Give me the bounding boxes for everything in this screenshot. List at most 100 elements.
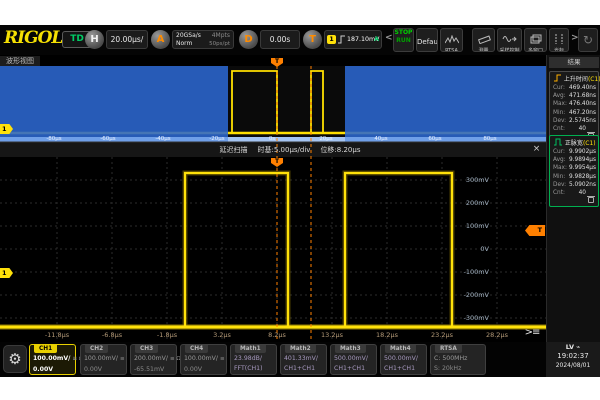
cursor-button[interactable]: 光标 <box>549 28 569 52</box>
trigger-knob[interactable]: T <box>303 30 322 49</box>
waveform-view[interactable]: 波形视图 T T 1 1 T -80μs -60μs -40μs -20μs 0… <box>0 55 546 342</box>
toolbar-back-chevron[interactable]: < <box>385 33 393 43</box>
delay-box[interactable]: 0.00s <box>260 30 300 49</box>
channel-card-ch1[interactable]: CH1 100.00mV/ ≡ Ω 0.00V <box>29 344 76 375</box>
overview-tick: 20μs <box>319 136 332 142</box>
grid-menu-icon[interactable]: >≡ <box>521 326 543 340</box>
overview-tick: 60μs <box>428 136 441 142</box>
channel-card-math1[interactable]: Math1 23.98dB/ FFT(CH1) <box>230 344 277 375</box>
overview-tick: -60μs <box>100 136 115 142</box>
trigger-sweep: A <box>374 36 379 43</box>
measurement-channel: (C1) <box>583 140 596 147</box>
channel-tab: Math2 <box>285 345 316 353</box>
measure-button[interactable]: 测量 <box>472 28 495 52</box>
lan-status: LV <box>566 343 574 351</box>
ruler-icon <box>477 34 491 44</box>
channel-tab: CH4 <box>185 345 208 353</box>
overview-tick: 0s <box>269 136 275 142</box>
channel-card-math4[interactable]: Math4 500.00mV/ CH1+CH1 <box>380 344 427 375</box>
waveform-record-icon <box>502 34 518 44</box>
channel-tab: Math3 <box>335 345 366 353</box>
overview-tick: -20μs <box>209 136 224 142</box>
waveform-view-tab[interactable]: 波形视图 <box>0 56 40 66</box>
measure-label: 测量 <box>473 48 494 52</box>
default-button[interactable]: Default <box>416 28 438 52</box>
refresh-button[interactable]: ↻ <box>578 28 598 52</box>
power-icon: ⌁ <box>576 343 580 351</box>
overview-tick: -40μs <box>155 136 170 142</box>
settings-gear-button[interactable]: ⚙ <box>3 345 27 373</box>
run-stop-button[interactable]: STOP RUN <box>393 28 414 52</box>
channel-tab: CH1 <box>34 345 57 353</box>
bottom-status-bar: ⚙ CH1 100.00mV/ ≡ Ω 0.00V CH2 100.00mV/ … <box>0 342 600 377</box>
y-tick: 0V <box>480 245 489 253</box>
record-control-button[interactable]: 采样控制 <box>497 28 522 52</box>
coupling-icons: ≡ Ω <box>170 356 181 362</box>
overview-tick: 80μs <box>483 136 496 142</box>
acquire-box[interactable]: 20GSa/s Norm 4Mpts 50ps/pt <box>172 30 234 49</box>
channel-card-ch2[interactable]: CH2 100.00mV/ ≡ 0.00V <box>80 344 127 375</box>
x-tick: -6.8μs <box>102 331 122 339</box>
channel-tab: Math1 <box>235 345 266 353</box>
y-tick: 300mV <box>466 176 489 184</box>
acquire-knob[interactable]: A <box>151 30 170 49</box>
memory-depth: 4Mpts <box>212 32 230 39</box>
trigger-source-badge: 1 <box>327 35 336 44</box>
gear-icon: ⚙ <box>8 350 21 368</box>
x-tick: 8.2μs <box>268 331 286 339</box>
top-toolbar: RIGOL TD H 20.00μs/ A 20GSa/s Norm 4Mpts… <box>0 25 600 55</box>
channel-tab: CH3 <box>135 345 158 353</box>
channel-card-ch4[interactable]: CH4 100.00mV/ ≡ 0.00V <box>180 344 227 375</box>
x-tick: 3.2μs <box>213 331 231 339</box>
channel-tab: Math4 <box>385 345 416 353</box>
acquisition-mode: Norm <box>176 40 192 47</box>
oscilloscope-screen: RIGOL TD H 20.00μs/ A 20GSa/s Norm 4Mpts… <box>0 25 600 377</box>
rtsa-label: RTSA <box>441 48 462 52</box>
timebase-box[interactable]: 20.00μs/ <box>106 30 148 49</box>
x-tick: -11.8μs <box>45 331 69 339</box>
multi-window-icon <box>530 34 542 44</box>
rising-edge-icon <box>338 34 346 45</box>
run-label: RUN <box>394 37 413 45</box>
rise-time-icon <box>553 74 562 82</box>
multi-window-button[interactable]: 多窗口 <box>524 28 547 52</box>
delay-knob[interactable]: D <box>239 30 258 49</box>
delete-measurement-icon[interactable] <box>588 197 594 203</box>
measurement-card-positive-width[interactable]: 正脉宽(C1) Cur:9.9902µs Avg:9.9894µs Max:9.… <box>549 135 599 207</box>
zoom-offset: 位移:8.20μs <box>320 144 360 157</box>
overview-tick: 40μs <box>374 136 387 142</box>
clock-panel: LV ⌁ 19:02:37 2024/08/01 <box>546 342 600 377</box>
default-label: Default <box>417 38 438 46</box>
rtsa-icon <box>445 35 459 44</box>
stop-label: STOP <box>394 29 413 37</box>
channel-tab: CH2 <box>85 345 108 353</box>
channel-card-ch3[interactable]: CH3 200.00mV/ ≡ Ω -65.51mV <box>130 344 177 375</box>
horizontal-knob[interactable]: H <box>85 30 104 49</box>
y-tick: 200mV <box>466 199 489 207</box>
x-tick: 28.2μs <box>486 331 508 339</box>
refresh-icon: ↻ <box>583 33 593 47</box>
x-tick: 18.2μs <box>376 331 398 339</box>
multi-window-label: 多窗口 <box>525 48 546 52</box>
measurement-title: 上升时间 <box>564 76 588 83</box>
channel-card-rtsa[interactable]: RTSA C: 500MHz S: 20kHz <box>430 344 486 375</box>
close-icon[interactable]: × <box>530 143 543 156</box>
measurement-card-rise-time[interactable]: 上升时间(C1) Cur:469.40ns Avg:471.68ns Max:4… <box>549 71 599 143</box>
y-tick: -300mV <box>463 314 489 322</box>
delay-value: 0.00s <box>261 31 299 48</box>
timebase-value: 20.00μs/ <box>107 31 147 48</box>
y-tick: -100mV <box>463 268 489 276</box>
rtsa-button[interactable]: RTSA <box>440 28 463 52</box>
results-panel: 结果 上升时间(C1) Cur:469.40ns Avg:471.68ns Ma… <box>546 55 600 342</box>
channel-card-math3[interactable]: Math3 500.00mV/ CH1+CH1 <box>330 344 377 375</box>
channel-card-math2[interactable]: Math2 401.33mV/ CH1+CH1 <box>280 344 327 375</box>
channel-tab: RTSA <box>435 345 462 353</box>
pulse-width-icon <box>553 138 563 146</box>
zoom-header: 延迟扫描 时基:5.00μs/div 位移:8.20μs <box>150 144 430 157</box>
results-title: 结果 <box>549 57 599 68</box>
measurement-channel: (C1) <box>588 76 600 83</box>
coupling-icons: ≡ <box>120 356 125 362</box>
x-tick: 13.2μs <box>321 331 343 339</box>
zoom-title: 延迟扫描 <box>220 144 248 157</box>
trigger-box[interactable]: 1 187.10mV A <box>324 30 382 49</box>
